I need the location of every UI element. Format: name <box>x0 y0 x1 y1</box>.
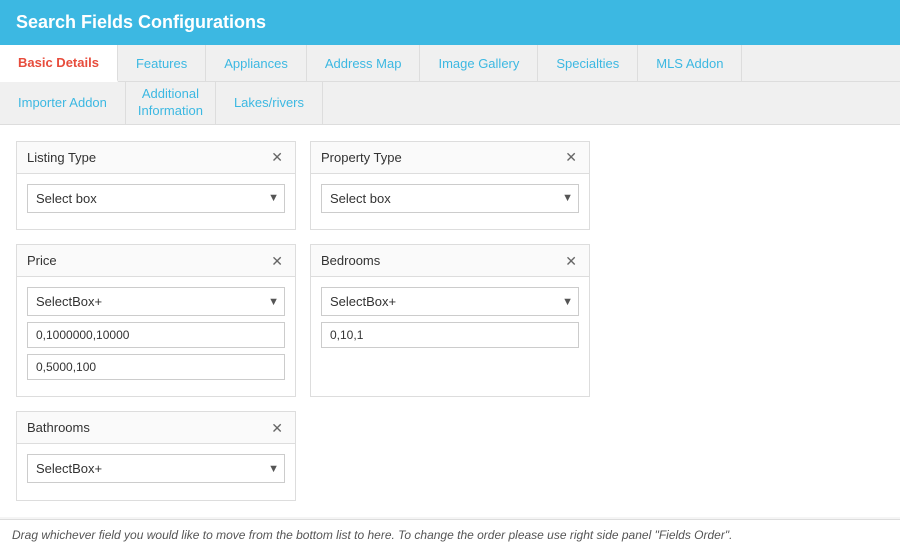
field-card-bedrooms-header: Bedrooms ✕ <box>311 245 589 277</box>
field-listing-type-title: Listing Type <box>27 150 96 165</box>
listing-type-select[interactable]: Select box <box>27 184 285 213</box>
tab-lakes-rivers[interactable]: Lakes/rivers <box>216 82 323 124</box>
page-header: Search Fields Configurations <box>0 0 900 45</box>
footer-note-text: Drag whichever field you would like to m… <box>12 528 732 542</box>
tab-specialties[interactable]: Specialties <box>538 45 638 81</box>
bathrooms-select-wrapper: SelectBox+ ▼ <box>27 454 285 483</box>
field-bedrooms-body: SelectBox+ ▼ <box>311 277 589 358</box>
field-card-listing-type-header: Listing Type ✕ <box>17 142 295 174</box>
bedrooms-select[interactable]: SelectBox+ <box>321 287 579 316</box>
tabs-row1: Basic Details Features Appliances Addres… <box>0 45 900 82</box>
field-card-bathrooms: Bathrooms ✕ SelectBox+ ▼ <box>16 411 296 500</box>
price-select-wrapper: SelectBox+ ▼ <box>27 287 285 316</box>
close-bathrooms-button[interactable]: ✕ <box>269 421 285 435</box>
property-type-select[interactable]: Select box <box>321 184 579 213</box>
price-range-input-1[interactable] <box>27 322 285 348</box>
field-card-price: Price ✕ SelectBox+ ▼ <box>16 244 296 397</box>
field-card-bathrooms-header: Bathrooms ✕ <box>17 412 295 444</box>
tab-features[interactable]: Features <box>118 45 206 81</box>
close-property-type-button[interactable]: ✕ <box>563 150 579 164</box>
listing-type-select-wrapper: Select box ▼ <box>27 184 285 213</box>
empty-cell-2 <box>604 244 884 397</box>
tab-address-map[interactable]: Address Map <box>307 45 421 81</box>
close-listing-type-button[interactable]: ✕ <box>269 150 285 164</box>
tab-additional-information[interactable]: AdditionalInformation <box>126 82 216 124</box>
field-price-title: Price <box>27 253 57 268</box>
tab-image-gallery[interactable]: Image Gallery <box>420 45 538 81</box>
field-card-price-header: Price ✕ <box>17 245 295 277</box>
price-select[interactable]: SelectBox+ <box>27 287 285 316</box>
bedrooms-select-wrapper: SelectBox+ ▼ <box>321 287 579 316</box>
field-card-property-type: Property Type ✕ Select box ▼ <box>310 141 590 230</box>
tabs-row2: Importer Addon AdditionalInformation Lak… <box>0 82 900 125</box>
field-bathrooms-title: Bathrooms <box>27 420 90 435</box>
field-card-bedrooms: Bedrooms ✕ SelectBox+ ▼ <box>310 244 590 397</box>
tab-appliances[interactable]: Appliances <box>206 45 307 81</box>
field-card-listing-type: Listing Type ✕ Select box ▼ <box>16 141 296 230</box>
field-bedrooms-title: Bedrooms <box>321 253 380 268</box>
fields-grid: Listing Type ✕ Select box ▼ Property Typ… <box>0 125 900 517</box>
tab-importer-addon[interactable]: Importer Addon <box>0 82 126 124</box>
bathrooms-select[interactable]: SelectBox+ <box>27 454 285 483</box>
field-property-type-title: Property Type <box>321 150 402 165</box>
property-type-select-wrapper: Select box ▼ <box>321 184 579 213</box>
price-range-input-2[interactable] <box>27 354 285 380</box>
field-listing-type-body: Select box ▼ <box>17 174 295 223</box>
empty-cell-1 <box>604 141 884 230</box>
tab-basic-details[interactable]: Basic Details <box>0 45 118 82</box>
footer-note: Drag whichever field you would like to m… <box>0 519 900 550</box>
close-price-button[interactable]: ✕ <box>269 254 285 268</box>
page-title: Search Fields Configurations <box>16 12 266 32</box>
field-bathrooms-body: SelectBox+ ▼ <box>17 444 295 493</box>
tab-mls-addon[interactable]: MLS Addon <box>638 45 742 81</box>
field-property-type-body: Select box ▼ <box>311 174 589 223</box>
bedrooms-range-input[interactable] <box>321 322 579 348</box>
field-price-body: SelectBox+ ▼ <box>17 277 295 390</box>
field-card-property-type-header: Property Type ✕ <box>311 142 589 174</box>
close-bedrooms-button[interactable]: ✕ <box>563 254 579 268</box>
